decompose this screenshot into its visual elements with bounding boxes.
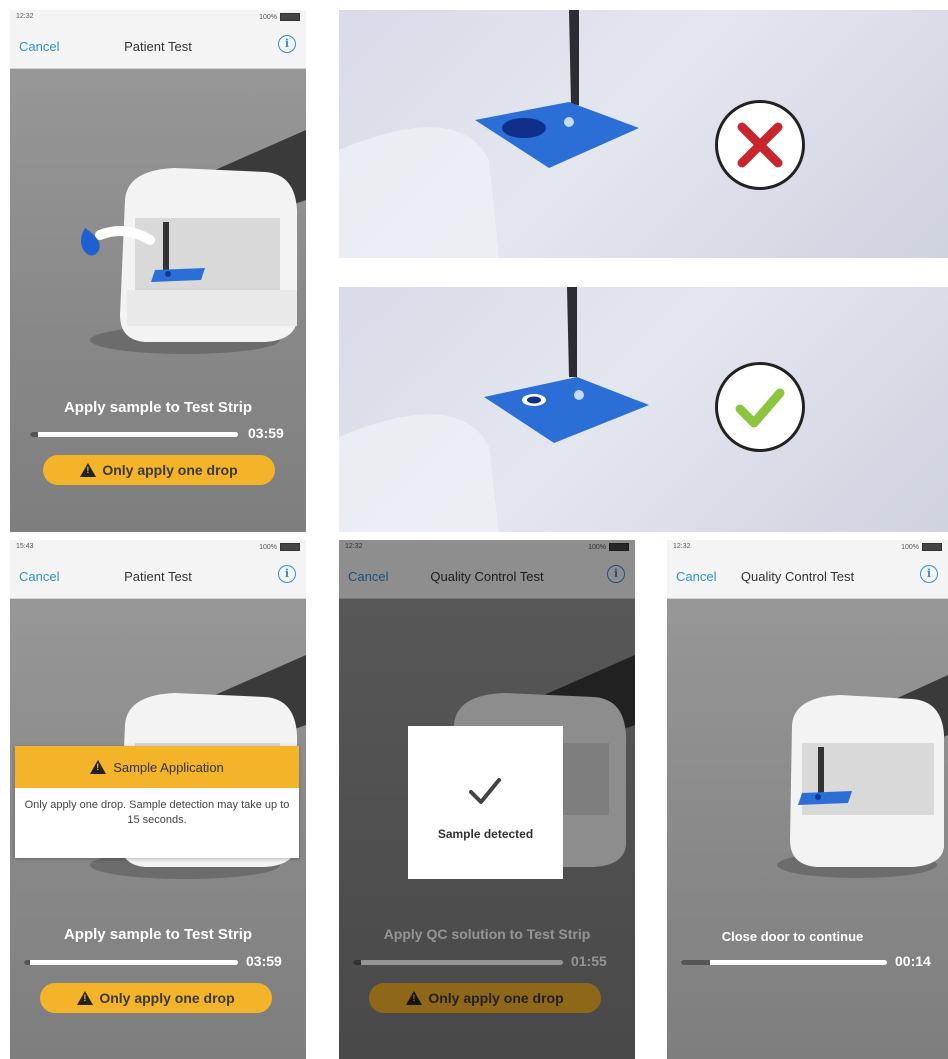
progress-bar <box>30 432 238 437</box>
countdown-timer: 03:59 <box>248 425 284 441</box>
warning-button-label: Only apply one drop <box>102 462 238 478</box>
qc-test-screen-1: 12:32 100% Cancel Quality Control Test i… <box>339 540 635 1059</box>
nav-bar: Cancel Quality Control Test i <box>667 554 948 599</box>
analyzer-device-illustration <box>777 675 948 878</box>
qc-test-screen-2: 12:32 100% Cancel Quality Control Test i… <box>667 540 948 1059</box>
page-title: Quality Control Test <box>740 569 855 584</box>
status-time: 12:32 <box>673 543 691 550</box>
battery-percent: 100% <box>901 543 919 551</box>
nav-bar: Cancel Patient Test i <box>10 554 306 599</box>
status-time: 12:32 <box>16 13 34 20</box>
info-icon[interactable]: i <box>278 35 296 53</box>
only-one-drop-button[interactable]: Only apply one drop <box>43 455 275 485</box>
warning-icon <box>77 991 94 1005</box>
correct-mark <box>715 362 805 452</box>
status-time: 15:43 <box>16 543 34 550</box>
warning-icon <box>80 463 97 477</box>
progress-bar <box>681 960 887 965</box>
dialog-header: Sample Application <box>15 746 299 788</box>
warning-icon <box>90 760 107 774</box>
warning-button-label: Only apply one drop <box>99 990 235 1006</box>
analyzer-device-illustration <box>81 130 306 354</box>
progress-bar <box>24 960 238 965</box>
patient-test-screen-2: 15:43 100% Cancel Patient Test i Sample … <box>10 540 306 1059</box>
page-title: Patient Test <box>124 39 192 54</box>
battery-icon <box>280 13 300 21</box>
page-title: Patient Test <box>124 569 192 584</box>
sample-detected-dialog: Sample detected <box>408 726 563 879</box>
check-icon <box>469 778 501 804</box>
detected-label: Sample detected <box>437 827 534 841</box>
test-strip-correct-drop <box>339 287 649 532</box>
battery-percent: 100% <box>259 543 277 551</box>
info-icon[interactable]: i <box>278 565 296 583</box>
status-bar: 12:32 100% <box>10 10 306 24</box>
info-icon[interactable]: i <box>920 565 938 583</box>
incorrect-mark <box>715 100 805 190</box>
instruction-text: Apply sample to Test Strip <box>63 399 253 416</box>
battery-percent: 100% <box>259 13 277 21</box>
sample-application-dialog: Sample Application Only apply one drop. … <box>15 746 299 858</box>
battery-icon <box>922 543 942 551</box>
battery-icon <box>280 543 300 551</box>
dialog-title: Sample Application <box>113 759 224 775</box>
dialog-message: Only apply one drop. Sample detection ma… <box>24 799 290 826</box>
correct-application-photo <box>339 287 948 532</box>
instruction-text: Apply sample to Test Strip <box>63 926 253 943</box>
test-strip-flooded <box>339 10 639 258</box>
instruction-text: Close door to continue <box>721 929 864 944</box>
patient-test-screen-1: 12:32 100% Cancel Patient Test i Apply s… <box>10 10 306 532</box>
countdown-timer: 00:14 <box>895 953 931 969</box>
status-bar: 12:32 100% <box>667 540 948 554</box>
cross-icon <box>737 122 783 168</box>
check-icon <box>735 388 785 428</box>
status-bar: 15:43 100% <box>10 540 306 554</box>
only-one-drop-button[interactable]: Only apply one drop <box>40 983 272 1013</box>
nav-bar: Cancel Patient Test i <box>10 24 306 69</box>
countdown-timer: 03:59 <box>246 953 282 969</box>
incorrect-application-photo <box>339 10 948 258</box>
